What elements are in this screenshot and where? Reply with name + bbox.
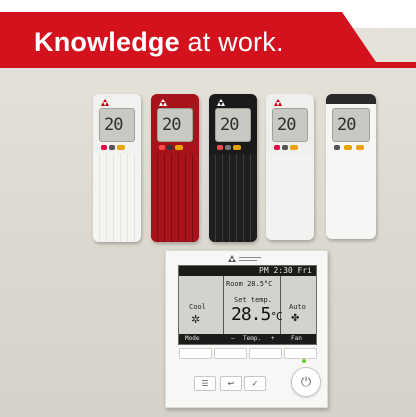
softkey-minus: –	[231, 335, 235, 342]
mode-value: Cool	[189, 303, 206, 311]
return-button[interactable]: ↩	[220, 376, 242, 391]
remote-ribs	[209, 154, 257, 242]
remote-temp: 20	[337, 115, 357, 135]
softkey-temp: Temp.	[243, 335, 262, 342]
remote-black: 20	[209, 94, 257, 242]
remote-display: 20	[332, 108, 370, 142]
clock: PM 2:30 Fri	[179, 266, 316, 276]
mitsubishi-logo-icon	[159, 99, 167, 106]
banner-rest: at work.	[179, 27, 284, 57]
mitsubishi-logo-icon	[228, 255, 261, 262]
remote-display: 20	[272, 108, 308, 142]
wall-controller: PM 2:30 Fri Room 28.5°C Cool ✲ Set temp.…	[165, 250, 328, 408]
set-temp-value: 28.5°C	[231, 304, 283, 325]
banner-underline	[0, 62, 416, 68]
set-temp-number: 28.5	[231, 304, 271, 325]
remote-buttons	[272, 144, 308, 151]
remote-classic: 20	[326, 94, 376, 239]
room-temp: Room 28.5°C	[226, 280, 273, 288]
softkey-mode: Mode	[185, 335, 200, 342]
status-led-icon	[302, 359, 306, 363]
remote-red: 20	[151, 94, 199, 242]
function-button-4[interactable]	[284, 348, 317, 359]
fan-value: Auto	[289, 303, 306, 311]
remote-buttons	[215, 144, 251, 151]
remote-ribs	[266, 154, 314, 240]
snowflake-icon: ✲	[191, 314, 201, 326]
remote-buttons	[99, 144, 135, 151]
function-button-2[interactable]	[214, 348, 247, 359]
remote-temp: 20	[162, 115, 182, 135]
remote-ribs	[151, 154, 199, 242]
banner-bold: Knowledge	[34, 27, 180, 57]
remote-buttons	[332, 144, 370, 151]
menu-button[interactable]: ☰	[194, 376, 216, 391]
remote-ribs	[93, 154, 141, 242]
mitsubishi-logo-icon	[217, 99, 225, 106]
set-temp-label: Set temp.	[234, 296, 272, 304]
controller-display: PM 2:30 Fri Room 28.5°C Cool ✲ Set temp.…	[178, 265, 317, 345]
remote-temp: 20	[220, 115, 240, 135]
remote-temp: 20	[277, 115, 297, 135]
remote-white: 20	[93, 94, 141, 242]
mitsubishi-logo-icon	[274, 99, 282, 106]
function-button-1[interactable]	[179, 348, 212, 359]
mitsubishi-logo-icon	[101, 99, 109, 106]
power-button[interactable]: ⏻	[291, 367, 321, 397]
remote-silver: 20	[266, 94, 314, 240]
remote-display: 20	[157, 108, 193, 142]
softkey-plus: +	[271, 335, 275, 342]
banner-title: Knowledge at work.	[34, 27, 284, 58]
remote-display: 20	[99, 108, 135, 142]
remote-top-band	[326, 94, 376, 104]
function-button-3[interactable]	[249, 348, 282, 359]
remote-temp: 20	[104, 115, 124, 135]
set-temp-unit: °C	[270, 310, 282, 323]
softkey-fan: Fan	[291, 335, 302, 342]
softkey-labels: Mode – Temp. + Fan	[179, 334, 316, 344]
remote-buttons	[157, 144, 193, 151]
fan-icon: ✤	[291, 313, 300, 324]
select-button[interactable]: ✓	[244, 376, 266, 391]
remote-display: 20	[215, 108, 251, 142]
